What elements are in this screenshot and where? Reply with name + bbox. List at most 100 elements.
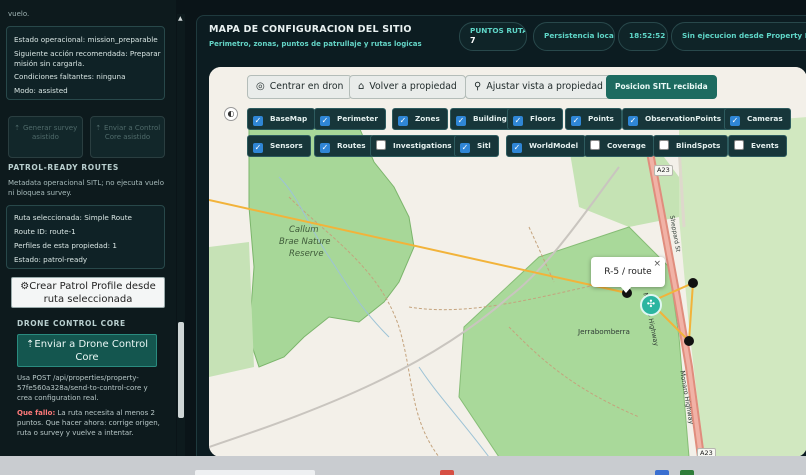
layer-toggle-sitl[interactable]: ✓ Sitl <box>454 135 499 157</box>
send-control-core-button[interactable]: ⇡ Enviar a Control Core asistido <box>90 116 165 158</box>
route-popup[interactable]: R-5 / route × <box>591 257 665 287</box>
layer-toggle-label: Sensors <box>270 141 303 150</box>
create-patrol-profile-label: Crear Patrol Profile desde ruta seleccio… <box>29 281 156 305</box>
checkbox-unchecked-icon[interactable] <box>734 140 744 150</box>
layer-toggle-label: Zones <box>415 114 440 123</box>
taskbar-item[interactable] <box>195 470 315 475</box>
taskbar-item[interactable] <box>655 470 669 475</box>
checkbox-checked-icon[interactable]: ✓ <box>456 116 466 126</box>
layer-toggle-coverage[interactable]: Coverage <box>584 135 654 157</box>
page-subtitle: Perimetro, zonas, puntos de patrullaje y… <box>209 40 422 48</box>
layer-toggle-label: Coverage <box>607 141 646 150</box>
route-line-status: Estado: patrol-ready <box>14 255 88 264</box>
status-card: Estado operacional: mission_preparable S… <box>6 26 165 100</box>
layer-toggle-label: Perimeter <box>337 114 378 123</box>
layer-toggle-sensors[interactable]: ✓ Sensors <box>247 135 311 157</box>
execution-pill: Sin ejecucion desde Property Mapper <box>671 22 806 51</box>
checkbox-checked-icon[interactable]: ✓ <box>512 143 522 153</box>
create-patrol-profile-button[interactable]: ⚙Crear Patrol Profile desde ruta selecci… <box>11 277 165 308</box>
fit-property-button[interactable]: ⚲ Ajustar vista a propiedad <box>465 75 612 99</box>
layer-toggle-worldmodel[interactable]: ✓ WorldModel <box>506 135 587 157</box>
generate-survey-label: Generar survey asistido <box>22 124 78 141</box>
persistence-pill: Persistencia local <box>533 22 615 51</box>
fit-property-label: Ajustar vista a propiedad <box>486 81 603 92</box>
layer-toggle-label: Investigations <box>393 141 452 150</box>
scroll-up-arrow-icon[interactable]: ▲ <box>178 15 183 22</box>
checkbox-checked-icon[interactable]: ✓ <box>320 143 330 153</box>
checkbox-checked-icon[interactable]: ✓ <box>320 116 330 126</box>
error-message: Que fallo: La ruta necesita al menos 2 p… <box>17 408 163 438</box>
layer-toggle-perimeter[interactable]: ✓ Perimeter <box>314 108 386 130</box>
taskbar-item[interactable] <box>680 470 694 475</box>
popup-close-icon[interactable]: × <box>653 249 661 279</box>
route-line-profiles: Perfiles de esta propiedad: 1 <box>14 241 117 250</box>
patrol-section-description: Metadata operacional SITL; no ejecuta vu… <box>8 179 164 197</box>
route-line-selected: Ruta seleccionada: Simple Route <box>14 213 132 222</box>
map-suburb-label: Jerrabomberra <box>578 327 630 336</box>
checkbox-unchecked-icon[interactable] <box>376 140 386 150</box>
sitl-position-button[interactable]: Posicion SITL recibida <box>606 75 717 99</box>
status-line-state: Estado operacional: mission_preparable <box>14 35 158 44</box>
map-place-label-callum: Callum <box>289 225 319 235</box>
upload-icon: ⇡ <box>95 124 102 132</box>
checkbox-checked-icon[interactable]: ✓ <box>730 116 740 126</box>
layer-toggle-investigations[interactable]: Investigations <box>370 135 460 157</box>
drone-marker-icon[interactable]: ✣ <box>640 294 662 316</box>
layer-toggle-label: Buildings <box>473 114 512 123</box>
cut-off-text: vuelo. <box>8 10 30 18</box>
taskbar-item[interactable] <box>440 470 454 475</box>
layer-toggle-routes[interactable]: ✓ Routes <box>314 135 374 157</box>
route-line-id: Route ID: route-1 <box>14 227 76 236</box>
center-drone-button[interactable]: ◎ Centrar en dron <box>247 75 353 99</box>
layer-toggle-label: Points <box>588 114 614 123</box>
layer-toggle-zones[interactable]: ✓ Zones <box>392 108 448 130</box>
bottom-taskbar <box>0 456 806 475</box>
map-mode-toggle-icon[interactable]: ◐ <box>224 107 238 121</box>
route-points-label: PUNTOS RUTA <box>470 26 527 35</box>
user-icon: ⚲ <box>474 81 482 92</box>
generate-survey-button[interactable]: ⇡ Generar survey asistido <box>8 116 83 158</box>
clock-pill: 18:52:52 <box>618 22 668 51</box>
layer-toggle-basemap[interactable]: ✓ BaseMap <box>247 108 316 130</box>
checkbox-unchecked-icon[interactable] <box>659 140 669 150</box>
route-popup-text: R-5 / route <box>604 267 652 277</box>
road-tag-a23-top: A23 <box>654 165 673 176</box>
layer-toggle-cameras[interactable]: ✓ Cameras <box>724 108 791 130</box>
layer-toggle-label: BlindSpots <box>676 141 721 150</box>
site-map-panel: MAPA DE CONFIGURACION DEL SITIO Perimetr… <box>196 15 806 465</box>
checkbox-checked-icon[interactable]: ✓ <box>253 116 263 126</box>
checkbox-checked-icon[interactable]: ✓ <box>398 116 408 126</box>
patrol-section-title: PATROL-READY ROUTES <box>8 163 119 172</box>
checkbox-checked-icon[interactable]: ✓ <box>571 116 581 126</box>
layer-toggle-blindspots[interactable]: BlindSpots <box>653 135 729 157</box>
target-icon: ◎ <box>256 81 265 92</box>
layer-toggle-points[interactable]: ✓ Points <box>565 108 622 130</box>
checkbox-checked-icon[interactable]: ✓ <box>253 143 263 153</box>
layer-toggle-label: WorldModel <box>529 141 579 150</box>
layer-toggle-observationpoints[interactable]: ✓ ObservationPoints <box>622 108 730 130</box>
route-points-value: 7 <box>470 36 476 45</box>
clock-value: 18:52:52 <box>629 31 666 40</box>
map-place-label-reserve: Reserve <box>289 249 324 259</box>
drone-section-title: DRONE CONTROL CORE <box>17 319 126 328</box>
center-drone-label: Centrar en dron <box>269 81 344 92</box>
layer-toggle-floors[interactable]: ✓ Floors <box>507 108 564 130</box>
send-control-core-label: Enviar a Control Core asistido <box>104 124 161 141</box>
site-map[interactable]: ◐ ◎ Centrar en dron ⌂ Volver a propiedad ⚲… <box>209 67 806 457</box>
patrol-profile-icon: ⚙ <box>20 281 30 292</box>
checkbox-unchecked-icon[interactable] <box>590 140 600 150</box>
persistence-label: Persistencia local <box>544 31 615 40</box>
back-to-property-button[interactable]: ⌂ Volver a propiedad <box>349 75 466 99</box>
left-sidebar: vuelo. Estado operacional: mission_prepa… <box>0 0 176 456</box>
page-title: MAPA DE CONFIGURACION DEL SITIO <box>209 24 412 35</box>
send-drone-control-core-button[interactable]: ⇡Enviar a Drone Control Core <box>17 334 157 367</box>
checkbox-checked-icon[interactable]: ✓ <box>460 143 470 153</box>
map-place-label-brae: Brae Nature <box>279 237 331 247</box>
back-to-property-label: Volver a propiedad <box>369 81 457 92</box>
layer-toggle-label: Events <box>751 141 779 150</box>
checkbox-checked-icon[interactable]: ✓ <box>513 116 523 126</box>
sidebar-scrollbar-thumb[interactable] <box>178 322 184 418</box>
error-label: Que fallo: <box>17 409 56 417</box>
layer-toggle-events[interactable]: Events <box>728 135 787 157</box>
checkbox-checked-icon[interactable]: ✓ <box>628 116 638 126</box>
